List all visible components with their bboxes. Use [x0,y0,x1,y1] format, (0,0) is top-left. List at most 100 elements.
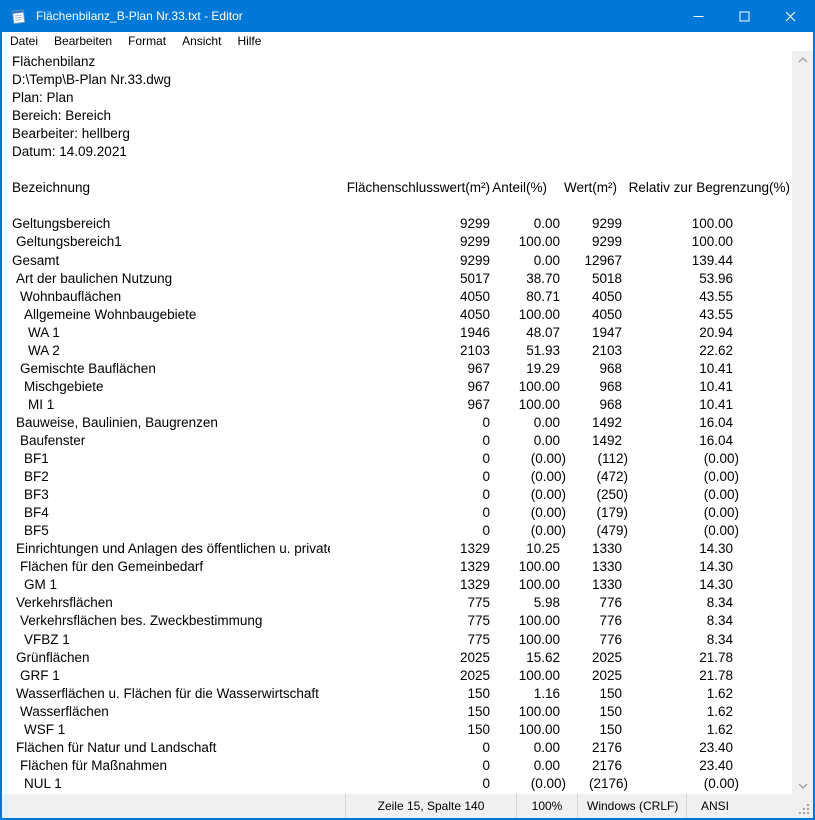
cell-value: 1492 [592,415,622,430]
scrollbar-track[interactable] [792,68,813,777]
header-line: Bearbeiter: hellberg [2,125,792,143]
cell-value: 0 [482,523,490,538]
cell-value: 1330 [592,577,622,592]
cell-value: 9299 [592,234,622,249]
status-line-ending: Windows (CRLF) [577,794,686,818]
cell-value: 48.07 [526,325,560,340]
table-cell: 14.30 [622,558,733,576]
table-row: NUL 10(0.00)(2176)(0.00) [2,775,792,793]
table-cell: 23.40 [622,757,733,775]
cell-value: 51.93 [526,343,560,358]
cell-value: 775 [467,632,490,647]
cell-value: 8.34 [707,613,733,628]
table-row: BF20(0.00)(472)(0.00) [2,468,792,486]
cell-value: 9299 [592,216,622,231]
table-cell: 0 [330,486,490,504]
table-cell: 2103 [330,342,490,360]
close-button[interactable] [767,0,813,32]
cell-value: 15.62 [526,650,560,665]
table-cell: 9299 [330,233,490,251]
table-cell: 150 [330,721,490,739]
cell-value: 2176 [592,758,622,773]
table-row: Flächen für Natur und Landschaft00.00217… [2,739,792,757]
menu-item-bearbeiten[interactable]: Bearbeiten [46,32,120,51]
table-cell: 100.00 [490,378,560,396]
table-cell: 1946 [330,324,490,342]
row-label: Flächen für Maßnahmen [2,757,330,775]
cell-value: 2025 [592,668,622,683]
cell-value: 776 [599,632,622,647]
cell-value: 8.34 [707,632,733,647]
menu-item-hilfe[interactable]: Hilfe [229,32,269,51]
table-row: Geltungsbereich92990.009299100.00 [2,215,792,233]
table-cell: 2025 [330,667,490,685]
table-cell: 100.00 [490,233,560,251]
close-icon [785,11,796,22]
blank-line [2,161,792,179]
cell-value: 150 [467,686,490,701]
table-cell: 776 [560,631,622,649]
cell-value: 9299 [460,253,490,268]
table-cell: (0.00) [490,450,560,468]
cell-value: 4050 [460,307,490,322]
cell-value: 10.41 [699,397,733,412]
blank-line [2,197,792,215]
cell-value: 10.41 [699,379,733,394]
row-label: GM 1 [2,576,330,594]
row-label: Mischgebiete [2,378,330,396]
menu-item-ansicht[interactable]: Ansicht [174,32,229,51]
row-label: BF4 [2,504,330,522]
table-cell: 16.04 [622,432,733,450]
scrollbar-up-button[interactable] [792,51,813,68]
table-cell: 4050 [560,288,622,306]
cell-value: 1329 [460,559,490,574]
vertical-scrollbar[interactable] [792,51,813,794]
table-cell: 14.30 [622,576,733,594]
cell-value: 1329 [460,541,490,556]
table-cell: (0.00) [622,504,733,522]
main-area: FlächenbilanzD:\Temp\B-Plan Nr.33.dwgPla… [2,51,813,794]
table-cell: 10.41 [622,396,733,414]
title-bar[interactable]: Flächenbilanz_B-Plan Nr.33.txt - Editor [2,0,813,32]
table-row: GM 11329100.00133014.30 [2,576,792,594]
resize-grip[interactable] [798,803,811,816]
table-cell: 100.00 [622,215,733,233]
cell-value: 16.04 [699,415,733,430]
table-cell: 14.30 [622,540,733,558]
table-cell: 4050 [330,288,490,306]
menu-item-datei[interactable]: Datei [2,32,46,51]
cell-value: 150 [467,704,490,719]
table-row: Gemischte Bauflächen96719.2996810.41 [2,360,792,378]
text-editor-area[interactable]: FlächenbilanzD:\Temp\B-Plan Nr.33.dwgPla… [2,51,792,794]
maximize-button[interactable] [721,0,767,32]
cell-value: 43.55 [699,307,733,322]
table-cell: 10.41 [622,360,733,378]
table-cell: 5.98 [490,594,560,612]
table-cell: 967 [330,378,490,396]
menu-item-format[interactable]: Format [120,32,174,51]
table-cell: 0 [330,414,490,432]
cell-value: 53.96 [699,271,733,286]
cell-value: 1946 [460,325,490,340]
cell-value: 150 [599,722,622,737]
table-cell: 775 [330,631,490,649]
table-cell: 0 [330,739,490,757]
cell-value: 0.00 [534,253,560,268]
column-header-relativ-zur-begrenzung: Relativ zur Begrenzung(%) [622,179,790,197]
cell-value: (0.00) [704,522,739,540]
row-label: Baufenster [2,432,330,450]
table-cell: 139.44 [622,252,733,270]
table-cell: 967 [330,396,490,414]
scrollbar-down-button[interactable] [792,777,813,794]
minimize-button[interactable] [675,0,721,32]
cell-value: 80.71 [526,289,560,304]
table-cell: 150 [560,703,622,721]
cell-value: 4050 [592,289,622,304]
cell-value: 967 [467,397,490,412]
header-line: Datum: 14.09.2021 [2,143,792,161]
notepad-icon[interactable] [10,8,27,25]
cell-value: 16.04 [699,433,733,448]
table-cell: (0.00) [490,504,560,522]
table-cell: 2025 [560,649,622,667]
table-cell: 48.07 [490,324,560,342]
